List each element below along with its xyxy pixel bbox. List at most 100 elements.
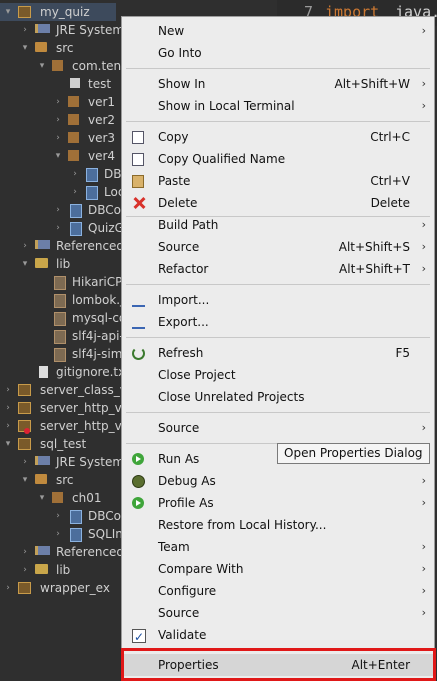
menu-item-show-in[interactable]: Show In Alt+Shift+W › <box>122 73 434 95</box>
checkbox-icon <box>132 626 146 648</box>
submenu-arrow-icon: › <box>421 421 426 434</box>
chevron-right-icon[interactable]: › <box>70 183 80 201</box>
menu-item-refresh[interactable]: Refresh F5 <box>122 342 434 364</box>
menu-item-shortcut: Ctrl+V <box>370 174 410 188</box>
menu-item-compare-with[interactable]: Compare With › <box>122 558 434 580</box>
tree-item-my-quiz[interactable]: ▾ my_quiz <box>0 3 116 21</box>
export-icon <box>132 321 145 329</box>
menu-item-shortcut: Delete <box>370 196 410 210</box>
menu-item-configure[interactable]: Configure › <box>122 580 434 602</box>
import-icon <box>132 299 145 307</box>
submenu-arrow-icon: › <box>421 540 426 553</box>
menu-item-refactor[interactable]: Refactor Alt+Shift+T › <box>122 258 434 280</box>
menu-item-paste[interactable]: Paste Ctrl+V <box>122 170 434 192</box>
menu-item-close-unrelated-projects[interactable]: Close Unrelated Projects <box>122 386 434 408</box>
chevron-right-icon[interactable]: › <box>53 129 63 147</box>
highlight-outline <box>121 648 436 681</box>
chevron-right-icon[interactable]: › <box>20 21 30 39</box>
menu-item-debug-as[interactable]: Debug As › <box>122 470 434 492</box>
chevron-right-icon[interactable]: › <box>20 561 30 579</box>
menu-item-copy[interactable]: Copy Ctrl+C <box>122 126 434 148</box>
menu-item-label: Team <box>158 540 190 554</box>
chevron-right-icon[interactable]: › <box>3 399 13 417</box>
menu-item-show-in-local-terminal[interactable]: Show in Local Terminal › <box>122 95 434 117</box>
menu-item-source-3[interactable]: Source › <box>122 602 434 624</box>
chevron-right-icon[interactable]: › <box>53 111 63 129</box>
menu-item-new[interactable]: New › <box>122 20 434 42</box>
package-icon <box>68 132 79 143</box>
submenu-arrow-icon: › <box>421 584 426 597</box>
menu-item-delete[interactable]: Delete Delete <box>122 192 434 214</box>
chevron-right-icon[interactable]: › <box>53 201 63 219</box>
paste-icon <box>132 175 144 188</box>
menu-item-restore-from-local-history[interactable]: Restore from Local History... <box>122 514 434 536</box>
menu-item-copy-qualified-name[interactable]: Copy Qualified Name <box>122 148 434 170</box>
java-file-icon <box>70 510 82 524</box>
menu-item-shortcut: Ctrl+C <box>370 130 410 144</box>
chevron-down-icon[interactable]: ▾ <box>3 435 13 453</box>
menu-item-close-project[interactable]: Close Project <box>122 364 434 386</box>
chevron-down-icon[interactable]: ▾ <box>20 39 30 57</box>
menu-item-label: Source <box>158 240 200 254</box>
submenu-arrow-icon: › <box>421 218 426 231</box>
menu-item-go-into[interactable]: Go Into <box>122 42 434 64</box>
menu-item-label: Close Unrelated Projects <box>158 390 305 404</box>
tree-item-label: lib <box>56 563 71 577</box>
menu-item-label: Restore from Local History... <box>158 518 327 532</box>
submenu-arrow-icon: › <box>421 474 426 487</box>
tree-item-label: QuizG <box>88 221 124 235</box>
project-icon <box>18 402 31 414</box>
run-icon <box>132 453 144 465</box>
tree-item-label: JRE System <box>56 455 125 469</box>
tree-item-label: test <box>88 77 112 91</box>
tree-item-label: HikariCP- <box>72 275 127 289</box>
chevron-down-icon[interactable]: ▾ <box>37 57 47 75</box>
chevron-down-icon[interactable]: ▾ <box>53 147 63 165</box>
submenu-arrow-icon: › <box>421 606 426 619</box>
text-file-icon <box>39 366 48 378</box>
chevron-right-icon[interactable]: › <box>53 507 63 525</box>
chevron-down-icon[interactable]: ▾ <box>3 3 13 21</box>
jar-icon <box>54 276 66 290</box>
menu-item-source-2[interactable]: Source › <box>122 417 434 439</box>
jar-icon <box>54 348 66 362</box>
menu-item-build-path[interactable]: Build Path › <box>122 214 434 236</box>
submenu-arrow-icon: › <box>421 562 426 575</box>
chevron-right-icon[interactable]: › <box>3 417 13 435</box>
menu-item-label: Export... <box>158 315 209 329</box>
chevron-right-icon[interactable]: › <box>20 237 30 255</box>
library-icon <box>35 240 50 249</box>
menu-item-label: Debug As <box>158 474 216 488</box>
menu-item-export[interactable]: Export... <box>122 311 434 333</box>
menu-item-validate[interactable]: Validate <box>122 624 434 648</box>
menu-item-profile-as[interactable]: Profile As › <box>122 492 434 514</box>
menu-separator <box>126 412 430 413</box>
profile-icon <box>132 497 144 509</box>
menu-item-import[interactable]: Import... <box>122 289 434 311</box>
tree-item-label: gitignore.txt <box>56 365 130 379</box>
tree-item-label: slf4j-api- <box>72 329 124 343</box>
tree-item-label: server_http_v1 <box>40 401 130 415</box>
java-file-icon <box>70 204 82 218</box>
chevron-right-icon[interactable]: › <box>3 579 13 597</box>
chevron-down-icon[interactable]: ▾ <box>20 255 30 273</box>
chevron-right-icon[interactable]: › <box>20 543 30 561</box>
library-icon <box>35 456 50 465</box>
menu-item-label: Source <box>158 606 200 620</box>
source-folder-icon <box>35 474 47 484</box>
chevron-right-icon[interactable]: › <box>53 93 63 111</box>
chevron-right-icon[interactable]: › <box>53 219 63 237</box>
chevron-right-icon[interactable]: › <box>53 525 63 543</box>
tree-item-label: Referenced <box>56 545 125 559</box>
chevron-right-icon[interactable]: › <box>70 165 80 183</box>
chevron-right-icon[interactable]: › <box>3 381 13 399</box>
menu-item-team[interactable]: Team › <box>122 536 434 558</box>
menu-item-label: Show in Local Terminal <box>158 99 295 113</box>
jar-icon <box>54 312 66 326</box>
menu-separator <box>126 68 430 69</box>
menu-item-source[interactable]: Source Alt+Shift+S › <box>122 236 434 258</box>
menu-item-label: Import... <box>158 293 210 307</box>
chevron-right-icon[interactable]: › <box>20 453 30 471</box>
chevron-down-icon[interactable]: ▾ <box>37 489 47 507</box>
chevron-down-icon[interactable]: ▾ <box>20 471 30 489</box>
